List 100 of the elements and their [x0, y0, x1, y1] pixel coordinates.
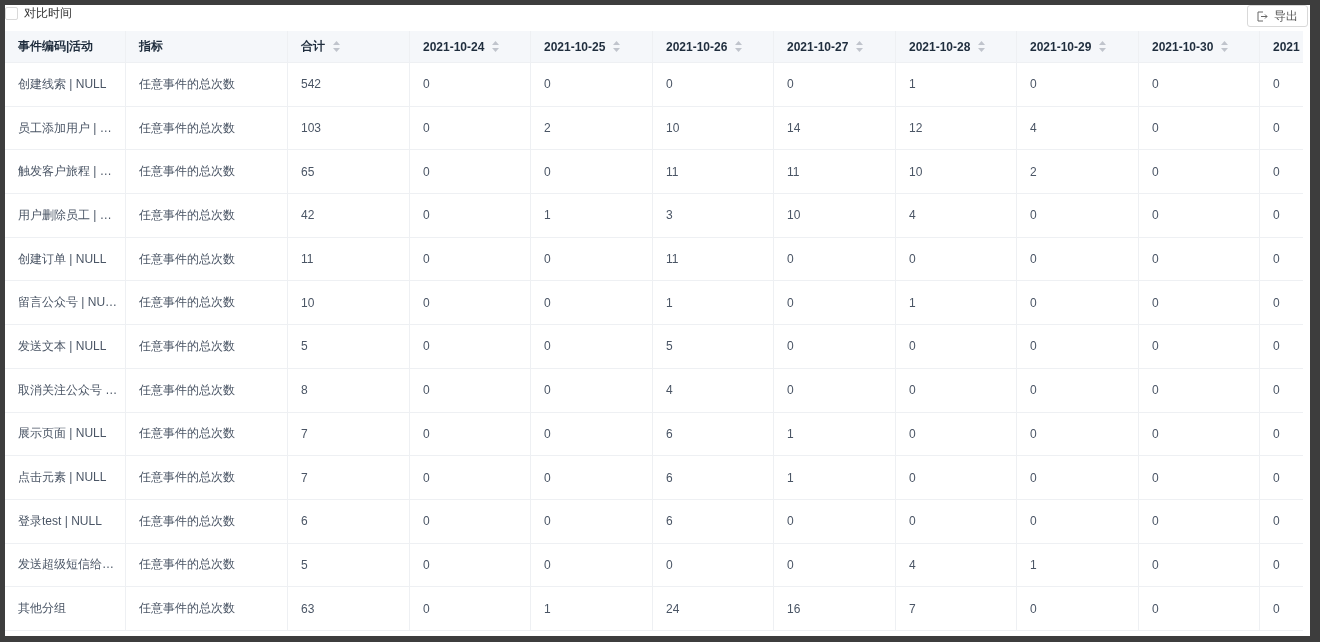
- table-cell: 创建订单 | NULL: [5, 237, 126, 281]
- table-cell: 10: [774, 194, 896, 237]
- table-cell: 0: [410, 281, 531, 325]
- table-cell: 0: [896, 368, 1017, 412]
- sort-icon[interactable]: [1099, 41, 1107, 52]
- column-header: 指标: [126, 31, 288, 62]
- table-cell: 1: [896, 63, 1017, 106]
- table-cell: 0: [531, 412, 653, 456]
- column-header[interactable]: 2021-10-28: [896, 31, 1017, 62]
- table-cell: 0: [774, 63, 896, 106]
- table-cell: 0: [896, 237, 1017, 281]
- table-cell: 0: [774, 281, 896, 325]
- table-cell: 5: [653, 325, 774, 368]
- table-cell: 0: [1017, 194, 1139, 237]
- table-cell: 0: [1260, 63, 1303, 106]
- table-cell: 0: [1139, 456, 1260, 499]
- table-cell: 103: [288, 106, 410, 150]
- table-cell: 0: [774, 368, 896, 412]
- table-cell: 6: [653, 456, 774, 499]
- table-cell: 0: [1260, 194, 1303, 237]
- table-cell: 任意事件的总次数: [126, 456, 288, 499]
- column-header[interactable]: 2021-10-26: [653, 31, 774, 62]
- sort-icon[interactable]: [978, 41, 986, 52]
- table-cell: 展示页面 | NULL: [5, 412, 126, 456]
- table-cell: 0: [1139, 368, 1260, 412]
- table-cell: 4: [653, 368, 774, 412]
- table-cell: 0: [774, 499, 896, 543]
- table-cell: 0: [410, 237, 531, 281]
- table-cell: 0: [531, 281, 653, 325]
- table-cell: 任意事件的总次数: [126, 194, 288, 237]
- table-cell: 0: [1017, 281, 1139, 325]
- column-header[interactable]: 2021-10-29: [1017, 31, 1139, 62]
- column-header[interactable]: 合计: [288, 31, 410, 62]
- table-cell: 0: [896, 456, 1017, 499]
- sort-icon[interactable]: [1221, 41, 1229, 52]
- compare-checkbox[interactable]: [5, 7, 18, 20]
- table-cell: 用户删除员工 | …: [5, 194, 126, 237]
- table-cell: 8: [288, 368, 410, 412]
- table-cell: 0: [1017, 412, 1139, 456]
- table-cell: 其他分组: [5, 587, 126, 630]
- table-cell: 0: [410, 325, 531, 368]
- table-cell: 42: [288, 194, 410, 237]
- column-header[interactable]: 2021-10-30: [1139, 31, 1260, 62]
- column-header[interactable]: 2021-10-25: [531, 31, 653, 62]
- table-cell: 任意事件的总次数: [126, 368, 288, 412]
- table-cell: 任意事件的总次数: [126, 412, 288, 456]
- table-cell: 0: [410, 368, 531, 412]
- table-cell: 任意事件的总次数: [126, 281, 288, 325]
- table-cell: 0: [1260, 587, 1303, 630]
- table-cell: 0: [1139, 325, 1260, 368]
- table-cell: 0: [1017, 499, 1139, 543]
- sort-icon[interactable]: [333, 41, 340, 52]
- table-cell: 0: [1260, 325, 1303, 368]
- sort-icon[interactable]: [735, 41, 743, 52]
- table-cell: 1: [774, 456, 896, 499]
- table-cell: 0: [410, 194, 531, 237]
- table-cell: 发送文本 | NULL: [5, 325, 126, 368]
- table-cell: 0: [774, 543, 896, 587]
- sort-icon[interactable]: [856, 41, 864, 52]
- table-cell: 任意事件的总次数: [126, 587, 288, 630]
- table-cell: 点击元素 | NULL: [5, 456, 126, 499]
- table-cell: 542: [288, 63, 410, 106]
- table-cell: 0: [1139, 543, 1260, 587]
- table-cell: 任意事件的总次数: [126, 150, 288, 194]
- table-cell: 0: [1017, 237, 1139, 281]
- table-cell: 5: [288, 543, 410, 587]
- table-cell: 0: [410, 587, 531, 630]
- table-cell: 0: [1260, 499, 1303, 543]
- table-cell: 0: [1139, 63, 1260, 106]
- table-cell: 1: [1017, 543, 1139, 587]
- sort-icon[interactable]: [613, 41, 621, 52]
- table-cell: 0: [653, 543, 774, 587]
- table-cell: 24: [653, 587, 774, 630]
- table-cell: 0: [531, 456, 653, 499]
- table-cell: 0: [653, 63, 774, 106]
- table-cell: 0: [531, 325, 653, 368]
- table-cell: 0: [1139, 281, 1260, 325]
- table-cell: 7: [896, 587, 1017, 630]
- column-header[interactable]: 2021-10-27: [774, 31, 896, 62]
- table-cell: 员工添加用户 | …: [5, 106, 126, 150]
- table-cell: 0: [1139, 106, 1260, 150]
- sort-icon[interactable]: [492, 41, 500, 52]
- export-button[interactable]: 导出: [1247, 5, 1308, 27]
- table-cell: 1: [653, 281, 774, 325]
- table-cell: 0: [1139, 194, 1260, 237]
- table-cell: 0: [1017, 63, 1139, 106]
- table-cell: 0: [410, 499, 531, 543]
- table-cell: 16: [774, 587, 896, 630]
- table-cell: 2: [531, 106, 653, 150]
- table-cell: 0: [531, 543, 653, 587]
- table-cell: 0: [1017, 325, 1139, 368]
- table-cell: 0: [410, 150, 531, 194]
- table-cell: 11: [653, 237, 774, 281]
- table-cell: 11: [288, 237, 410, 281]
- column-header[interactable]: 2021-10-24: [410, 31, 531, 62]
- table-cell: 0: [1017, 587, 1139, 630]
- table-cell: 14: [774, 106, 896, 150]
- column-header: 事件编码|活动: [5, 31, 126, 62]
- table-cell: 6: [288, 499, 410, 543]
- table-cell: 0: [410, 543, 531, 587]
